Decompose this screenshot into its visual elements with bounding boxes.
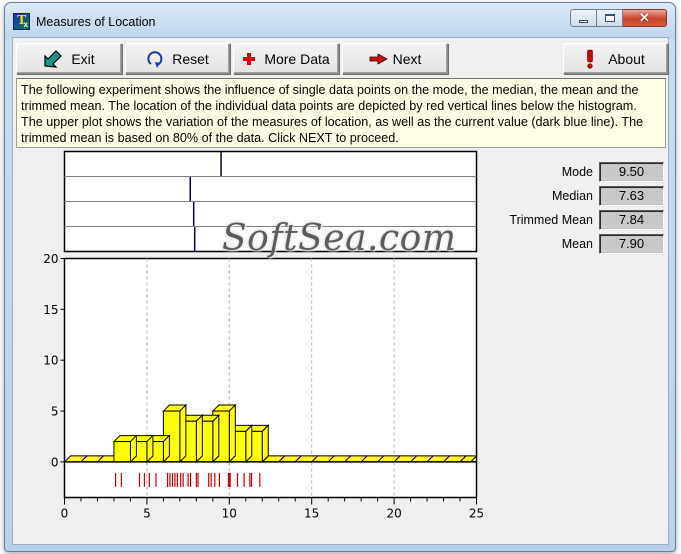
- bar-side-face: [212, 414, 220, 464]
- x-tick-label: 20: [386, 507, 401, 521]
- x-tick-label: 5: [143, 507, 151, 521]
- x-tick-label: 0: [61, 507, 69, 521]
- x-tick-label: 15: [304, 507, 319, 521]
- bar-side-face: [245, 424, 253, 464]
- y-tick-label: 0: [51, 455, 59, 469]
- y-tick-label: 10: [43, 354, 58, 368]
- histogram-plot: 0 5 10 15 20 0 5 10 15 20 25: [43, 252, 484, 521]
- bar-side-face: [195, 414, 203, 464]
- bar-side-face: [228, 403, 236, 464]
- watermark-text: SoftSea.com: [222, 218, 457, 259]
- charts-canvas: 0 5 10 15 20 0 5 10 15 20 25: [43, 150, 484, 521]
- x-tick-label: 25: [469, 507, 484, 521]
- bar-front-face: [113, 441, 131, 463]
- bar-side-face: [179, 403, 187, 464]
- x-tick-label: 10: [222, 507, 237, 521]
- bar-side-face: [261, 424, 269, 464]
- y-tick-label: 15: [43, 303, 58, 317]
- histogram-bar: [112, 434, 138, 464]
- y-tick-label: 20: [43, 252, 58, 266]
- y-tick-label: 5: [51, 405, 59, 419]
